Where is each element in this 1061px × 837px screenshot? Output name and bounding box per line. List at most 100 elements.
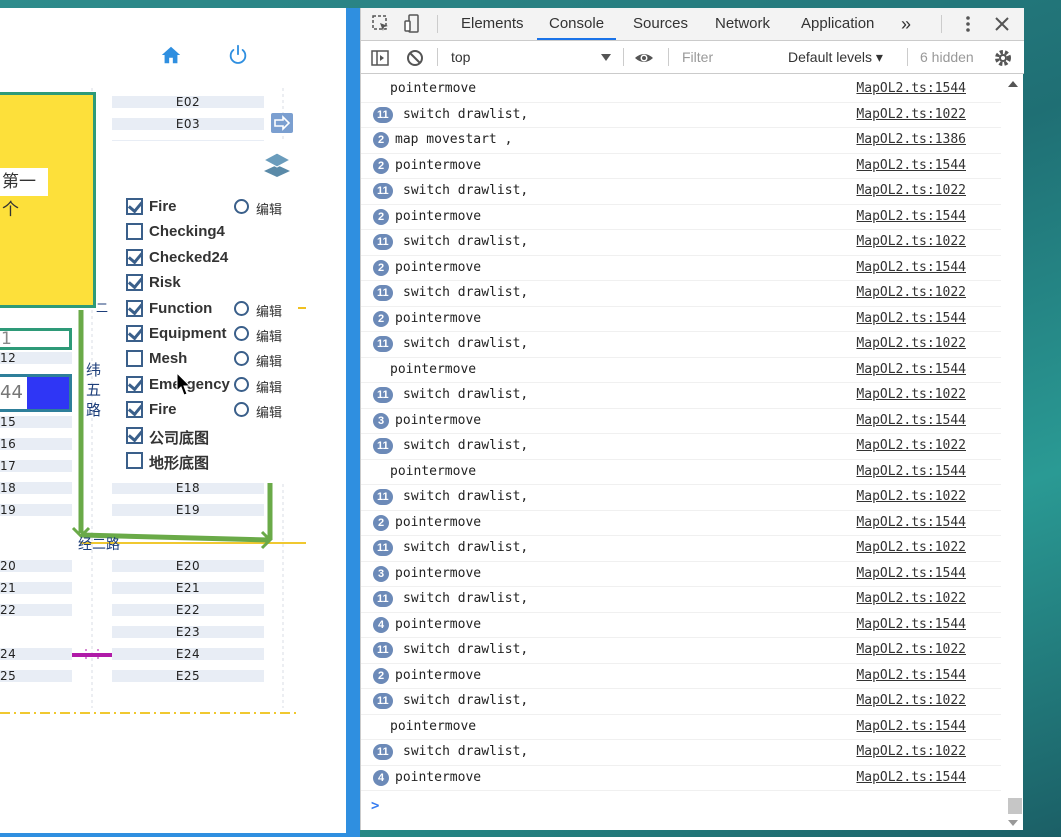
- sidebar-toggle-icon[interactable]: [370, 48, 390, 68]
- layer-checkbox[interactable]: [126, 375, 143, 393]
- log-source-link[interactable]: MapOL2.ts:1022: [856, 744, 966, 759]
- lane-label: E18: [112, 482, 264, 494]
- close-icon[interactable]: [992, 14, 1012, 34]
- area-box-blue[interactable]: 44: [0, 374, 72, 412]
- log-source-link[interactable]: MapOL2.ts:1544: [856, 413, 966, 428]
- log-entry: 2 pointermove MapOL2.ts:1544: [361, 256, 1001, 281]
- edit-radio[interactable]: [234, 326, 249, 341]
- more-tabs-button[interactable]: »: [889, 8, 923, 40]
- log-source-link[interactable]: MapOL2.ts:1022: [856, 489, 966, 504]
- log-source-link[interactable]: MapOL2.ts:1022: [856, 540, 966, 555]
- log-source-link[interactable]: MapOL2.ts:1022: [856, 438, 966, 453]
- log-source-link[interactable]: MapOL2.ts:1544: [856, 311, 966, 326]
- layer-checkbox[interactable]: [126, 426, 143, 444]
- layer-row[interactable]: Checked24: [126, 248, 296, 268]
- layer-row[interactable]: Fire 编辑: [126, 197, 296, 218]
- log-source-link[interactable]: MapOL2.ts:1022: [856, 591, 966, 606]
- edit-radio[interactable]: [234, 376, 249, 392]
- tab-elements[interactable]: Elements: [449, 8, 536, 40]
- log-source-link[interactable]: MapOL2.ts:1544: [856, 464, 966, 479]
- log-source-link[interactable]: MapOL2.ts:1022: [856, 693, 966, 708]
- layer-row[interactable]: Fire 编辑: [126, 400, 296, 422]
- log-source-link[interactable]: MapOL2.ts:1544: [856, 209, 966, 224]
- layer-checkbox[interactable]: [126, 248, 143, 266]
- home-icon[interactable]: [160, 44, 182, 66]
- edit-radio[interactable]: [234, 300, 249, 316]
- log-source-link[interactable]: MapOL2.ts:1022: [856, 642, 966, 657]
- layer-row[interactable]: Risk: [126, 273, 296, 293]
- layer-row[interactable]: 公司底图: [126, 426, 296, 447]
- log-source-link[interactable]: MapOL2.ts:1544: [856, 770, 966, 785]
- context-select[interactable]: top: [451, 41, 470, 73]
- log-message: switch drawlist,: [403, 285, 529, 300]
- layer-checkbox[interactable]: [126, 452, 143, 469]
- tab-application[interactable]: Application: [789, 8, 886, 40]
- log-source-link[interactable]: MapOL2.ts:1544: [856, 81, 966, 96]
- share-button[interactable]: [271, 113, 293, 133]
- layer-row[interactable]: Checking4: [126, 222, 296, 242]
- log-levels-select[interactable]: Default levels ▾: [788, 41, 883, 73]
- tab-network[interactable]: Network: [703, 8, 782, 40]
- log-message: switch drawlist,: [403, 234, 529, 249]
- log-source-link[interactable]: MapOL2.ts:1544: [856, 719, 966, 734]
- console-prompt[interactable]: >: [371, 798, 379, 814]
- log-source-link[interactable]: MapOL2.ts:1544: [856, 260, 966, 275]
- scroll-down-arrow[interactable]: [1008, 820, 1018, 826]
- layer-checkbox[interactable]: [126, 299, 143, 317]
- layer-checkbox[interactable]: [126, 401, 143, 419]
- edit-radio[interactable]: [234, 402, 249, 418]
- eye-icon[interactable]: [634, 48, 654, 68]
- log-message: switch drawlist,: [403, 183, 529, 198]
- edit-radio[interactable]: [234, 351, 249, 367]
- gear-icon[interactable]: [993, 48, 1013, 68]
- layer-checkbox[interactable]: [126, 274, 143, 292]
- log-source-link[interactable]: MapOL2.ts:1544: [856, 362, 966, 377]
- log-message: switch drawlist,: [403, 106, 529, 122]
- log-source-link[interactable]: MapOL2.ts:1022: [856, 183, 966, 198]
- log-source-link[interactable]: MapOL2.ts:1544: [856, 158, 966, 173]
- tab-sources[interactable]: Sources: [621, 8, 700, 40]
- power-icon[interactable]: [227, 44, 249, 66]
- edit-radio[interactable]: [234, 199, 249, 214]
- layer-checkbox[interactable]: [126, 223, 143, 241]
- clear-console-icon[interactable]: [405, 48, 425, 68]
- log-source-link[interactable]: MapOL2.ts:1544: [856, 566, 966, 581]
- log-entry: pointermove MapOL2.ts:1544: [361, 715, 1001, 740]
- inspect-element-icon[interactable]: [371, 14, 391, 34]
- tab-console[interactable]: Console: [537, 8, 617, 40]
- layer-row[interactable]: Mesh 编辑: [126, 349, 296, 370]
- repeat-count-badge: 2: [373, 132, 389, 148]
- log-source-link[interactable]: MapOL2.ts:1022: [856, 285, 966, 300]
- log-source-link[interactable]: MapOL2.ts:1544: [856, 617, 966, 632]
- log-source-link[interactable]: MapOL2.ts:1386: [856, 132, 966, 147]
- layer-checkbox[interactable]: [126, 350, 143, 368]
- scroll-up-arrow[interactable]: [1008, 81, 1018, 87]
- log-source-link[interactable]: MapOL2.ts:1022: [856, 234, 966, 249]
- layer-name: Equipment: [149, 325, 227, 342]
- log-source-link[interactable]: MapOL2.ts:1544: [856, 515, 966, 530]
- scrollbar-thumb[interactable]: [1008, 798, 1022, 814]
- log-source-link[interactable]: MapOL2.ts:1022: [856, 387, 966, 402]
- layer-row[interactable]: 地形底图: [126, 451, 296, 472]
- chevron-down-icon[interactable]: [601, 54, 611, 61]
- console-output[interactable]: pointermove MapOL2.ts:1544 11 switch drawli…: [361, 75, 1024, 830]
- filter-input[interactable]: Filter: [682, 41, 713, 73]
- device-toolbar-icon[interactable]: [403, 14, 423, 34]
- layer-row[interactable]: Emergency 编辑: [126, 375, 296, 396]
- map-canvas[interactable]: 第一个 二 1 44 纬五路 经二路 12 15 16 17 18 19 20 21 22 24 2…: [0, 88, 346, 833]
- log-source-link[interactable]: MapOL2.ts:1544: [856, 668, 966, 683]
- log-entry: 11 switch drawlist, MapOL2.ts:1022: [361, 689, 1001, 715]
- log-source-link[interactable]: MapOL2.ts:1022: [856, 336, 966, 351]
- layer-name: Checking4: [149, 223, 225, 241]
- edit-label: 编辑: [256, 406, 283, 422]
- log-source-link[interactable]: MapOL2.ts:1022: [856, 107, 966, 122]
- lane-label: 18: [0, 482, 72, 494]
- log-message: switch drawlist,: [403, 693, 529, 708]
- kebab-menu-icon[interactable]: [958, 14, 978, 34]
- layers-icon[interactable]: [262, 151, 292, 179]
- layer-row[interactable]: Function 编辑: [126, 299, 296, 320]
- layer-checkbox[interactable]: [126, 198, 143, 215]
- layer-checkbox[interactable]: [126, 325, 143, 342]
- area-box-outline[interactable]: 1: [0, 328, 72, 350]
- layer-row[interactable]: Equipment 编辑: [126, 324, 296, 345]
